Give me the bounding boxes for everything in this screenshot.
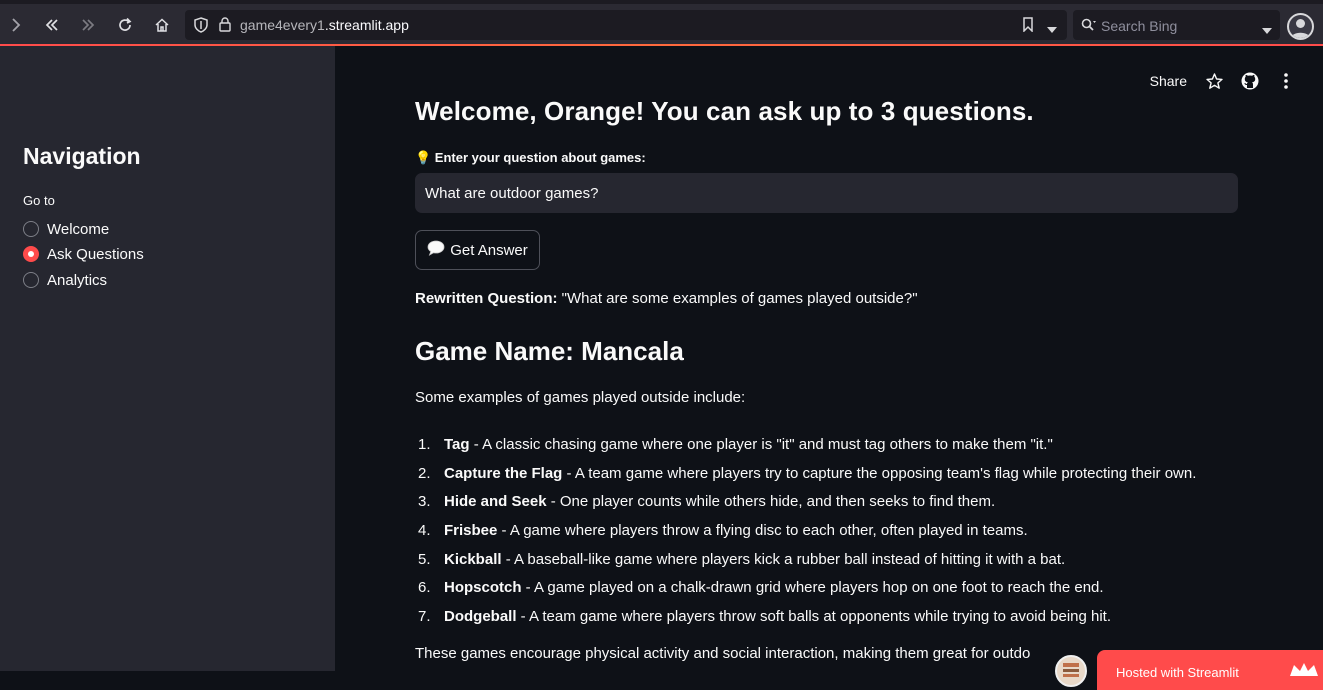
list-number: 5. [418, 550, 431, 568]
hosted-with-streamlit-badge[interactable]: Hosted with Streamlit [1097, 650, 1323, 690]
question-input[interactable] [415, 173, 1238, 213]
game-description: - A team game where players throw soft b… [516, 607, 1112, 625]
radio-option-analytics[interactable]: Analytics [23, 269, 107, 291]
get-answer-label: Get Answer [450, 241, 528, 259]
game-name: Tag [444, 435, 470, 453]
list-item: 1. Tag - A classic chasing game where on… [415, 430, 1255, 459]
game-description: - A game where players throw a flying di… [497, 521, 1028, 539]
streamlit-crown-icon [1289, 662, 1319, 681]
url-text: game4every1.streamlit.app [240, 17, 409, 33]
reload-icon[interactable] [112, 12, 138, 38]
radio-label: Welcome [47, 220, 110, 238]
list-number: 7. [418, 607, 431, 625]
dropdown-icon[interactable] [1262, 22, 1272, 40]
game-name: Dodgeball [444, 607, 517, 625]
game-name: Hopscotch [444, 579, 522, 597]
shield-icon[interactable] [194, 17, 208, 38]
avatar[interactable] [1055, 655, 1087, 687]
dropdown-icon[interactable] [1047, 21, 1057, 39]
game-name: Kickball [444, 550, 502, 568]
browser-toolbar: game4every1.streamlit.app Search Bing [0, 0, 1323, 46]
radio-option-ask-questions[interactable]: Ask Questions [23, 243, 144, 265]
radio-label: Analytics [47, 271, 108, 289]
share-button[interactable]: Share [1150, 73, 1187, 89]
list-item: 5. Kickball - A baseball-like game where… [415, 545, 1255, 574]
list-item: 4. Frisbee - A game where players throw … [415, 516, 1255, 545]
rewritten-label: Rewritten Question: [415, 290, 558, 307]
game-name: Capture the Flag [444, 464, 563, 482]
chevron-right-icon[interactable] [3, 12, 29, 38]
game-description: - A baseball-like game where players kic… [501, 550, 1066, 568]
url-domain: .streamlit.app [324, 17, 409, 33]
answer-intro: Some examples of games played outside in… [415, 389, 746, 406]
app-toolbar: Share [1150, 70, 1295, 92]
radio-group-label: Go to [23, 193, 55, 208]
search-icon [1081, 18, 1097, 37]
home-icon[interactable] [149, 12, 175, 38]
radio-option-welcome[interactable]: Welcome [23, 218, 109, 240]
speech-bubble-icon [427, 240, 445, 260]
question-label: 💡 Enter your question about games: [415, 150, 646, 165]
more-options-icon[interactable] [1277, 72, 1295, 90]
search-bar[interactable]: Search Bing [1073, 10, 1280, 40]
get-answer-button[interactable]: Get Answer [415, 230, 540, 270]
answer-outro: These games encourage physical activity … [415, 645, 1031, 662]
page-title: Welcome, Orange! You can ask up to 3 que… [415, 96, 1034, 126]
game-description: - One player counts while others hide, a… [546, 493, 996, 511]
profile-icon[interactable] [1287, 13, 1314, 40]
url-prefix: game4every1 [240, 17, 325, 33]
game-list: 1. Tag - A classic chasing game where on… [415, 430, 1255, 631]
github-icon[interactable] [1241, 72, 1259, 90]
hosted-label: Hosted with Streamlit [1116, 665, 1239, 680]
game-description: - A team game where players try to captu… [562, 464, 1197, 482]
back-icon[interactable] [39, 12, 65, 38]
star-icon[interactable] [1205, 72, 1223, 90]
rewritten-question: Rewritten Question: "What are some examp… [415, 290, 918, 307]
list-number: 6. [418, 579, 431, 597]
rewritten-text: "What are some examples of games played … [557, 290, 918, 307]
list-item: 2. Capture the Flag - A team game where … [415, 459, 1255, 488]
sidebar: Navigation Go to Welcome Ask Questions A… [0, 46, 335, 671]
radio-button-selected[interactable] [23, 246, 39, 262]
list-number: 3. [418, 493, 431, 511]
list-item: 3. Hide and Seek - One player counts whi… [415, 487, 1255, 516]
list-item: 6. Hopscotch - A game played on a chalk-… [415, 573, 1255, 602]
game-name: Frisbee [444, 521, 498, 539]
lock-icon[interactable] [219, 17, 231, 37]
bookmark-icon[interactable] [1022, 17, 1034, 37]
radio-button[interactable] [23, 221, 39, 237]
list-number: 2. [418, 464, 431, 482]
list-item: 7. Dodgeball - A team game where players… [415, 602, 1255, 631]
game-heading: Game Name: Mancala [415, 336, 684, 366]
forward-icon[interactable] [75, 12, 101, 38]
game-description: - A game played on a chalk-drawn grid wh… [521, 579, 1104, 597]
list-number: 4. [418, 521, 431, 539]
game-description: - A classic chasing game where one playe… [469, 435, 1053, 453]
list-number: 1. [418, 435, 431, 453]
address-bar[interactable]: game4every1.streamlit.app [185, 10, 1067, 40]
search-placeholder: Search Bing [1101, 18, 1178, 34]
main-content: Share Welcome, Orange! You can ask up to… [335, 46, 1323, 671]
sidebar-title: Navigation [23, 143, 141, 169]
game-name: Hide and Seek [444, 493, 547, 511]
radio-button[interactable] [23, 272, 39, 288]
radio-label: Ask Questions [47, 245, 144, 263]
